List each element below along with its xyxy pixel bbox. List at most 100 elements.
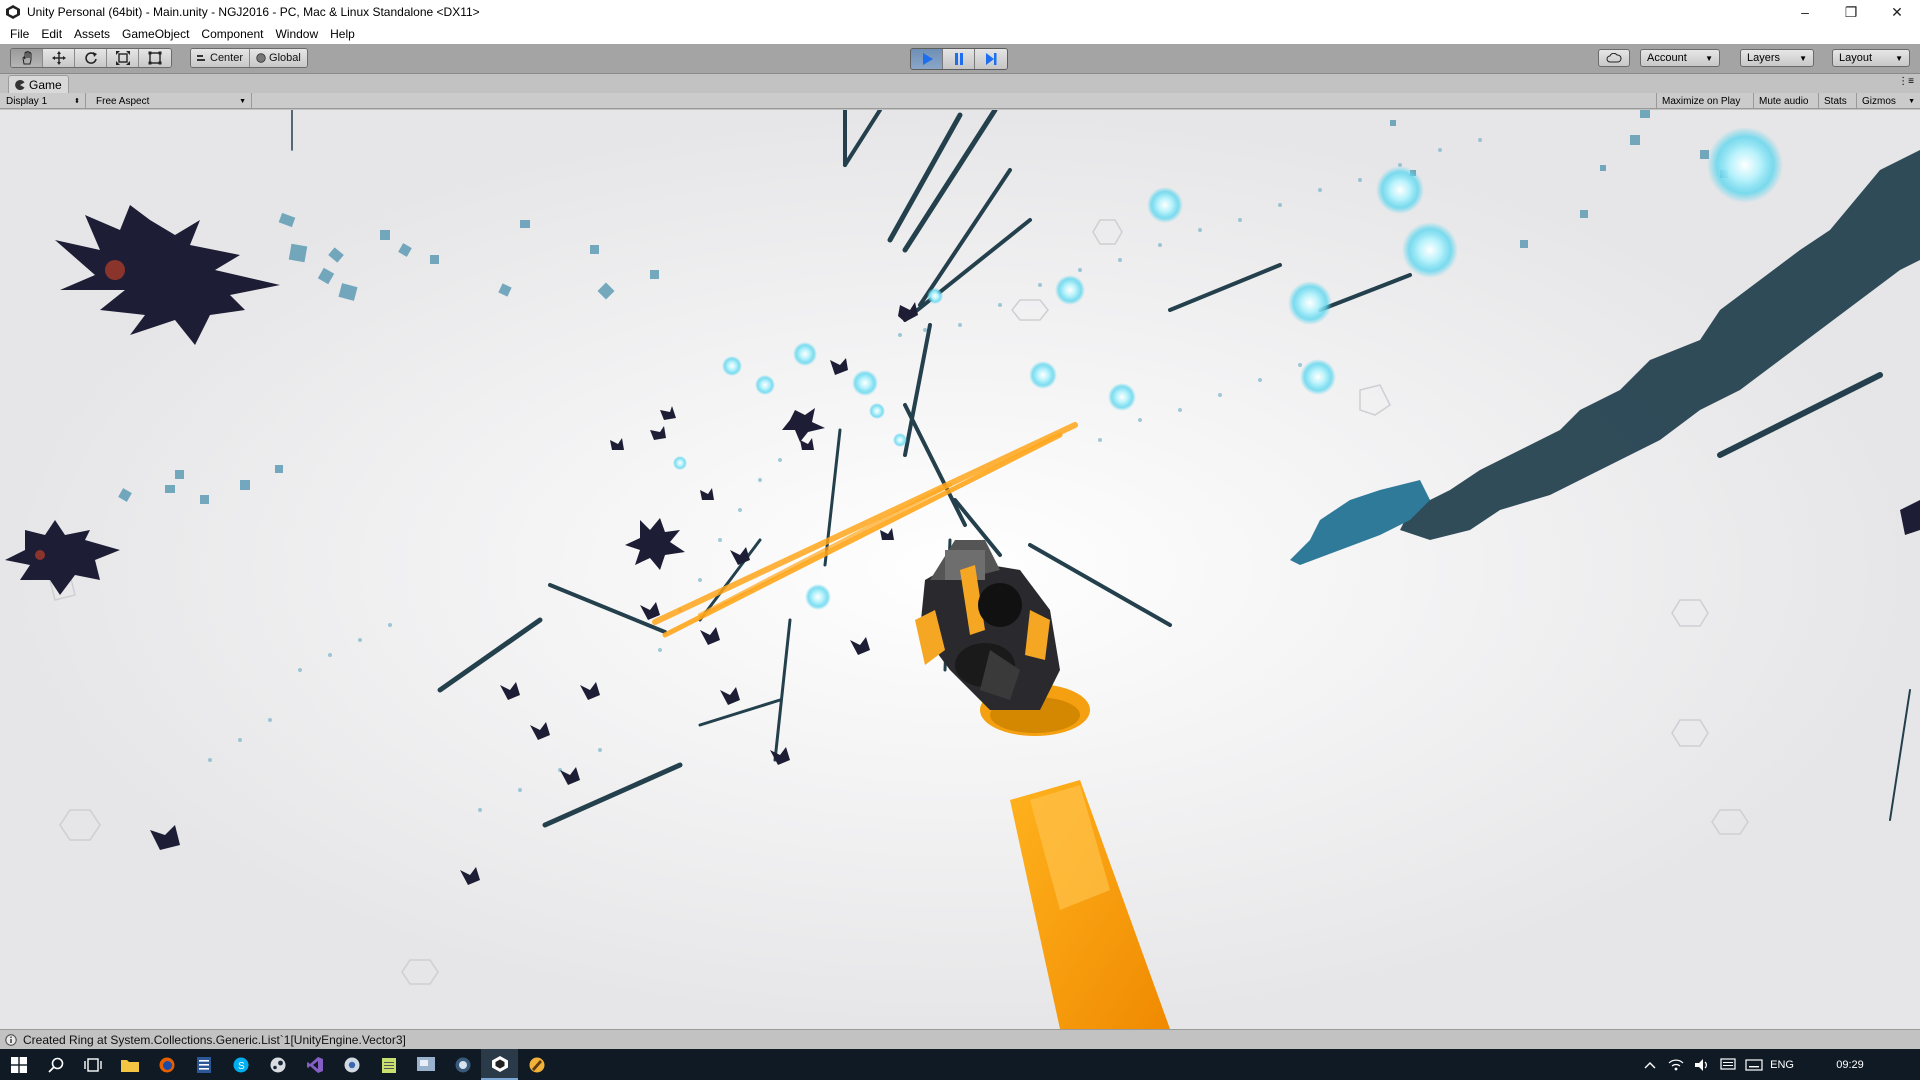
caret-down-icon: ▼ [1908, 97, 1915, 105]
game-scene-render [0, 110, 1920, 1029]
cloud-icon [1606, 53, 1622, 63]
display-dropdown[interactable]: Display 1 ⬍ [0, 93, 86, 109]
pause-button[interactable] [943, 49, 975, 69]
maximize-on-play-toggle[interactable]: Maximize on Play [1656, 93, 1745, 109]
game-pacman-icon [15, 79, 25, 90]
pivot-center-icon [197, 55, 205, 61]
windows-start-icon[interactable] [0, 1049, 37, 1080]
console-message: Created Ring at System.Collections.Gener… [23, 1032, 406, 1047]
steam-icon[interactable] [259, 1049, 296, 1080]
info-icon [5, 1033, 17, 1046]
calculator-icon[interactable] [185, 1049, 222, 1080]
scale-tool-button[interactable] [107, 49, 139, 67]
notification-icon[interactable] [1718, 1055, 1738, 1075]
file-explorer-icon[interactable] [111, 1049, 148, 1080]
collab-cloud-button[interactable] [1598, 49, 1630, 67]
caret-down-icon: ▼ [239, 97, 246, 105]
caret-down-icon: ▼ [1799, 53, 1807, 63]
maximize-label: Maximize on Play [1662, 95, 1741, 107]
menu-help[interactable]: Help [324, 27, 361, 41]
tab-game[interactable]: Game [8, 75, 69, 93]
transform-tools [10, 48, 172, 68]
menu-edit[interactable]: Edit [35, 27, 68, 41]
menu-bar: File Edit Assets GameObject Component Wi… [0, 24, 1920, 44]
hand-icon [21, 51, 31, 65]
step-icon [986, 53, 997, 65]
windows-taskbar: S ENG 09:29 [0, 1049, 1920, 1080]
hand-tool-button[interactable] [11, 49, 43, 67]
layout-dropdown[interactable]: Layout ▼ [1832, 49, 1910, 67]
paint-icon[interactable] [407, 1049, 444, 1080]
paint-net-icon[interactable] [518, 1049, 555, 1080]
layers-dropdown[interactable]: Layers ▼ [1740, 49, 1814, 67]
pivot-global-label: Global [269, 52, 301, 64]
game-viewport[interactable] [0, 110, 1920, 1029]
play-icon [922, 53, 933, 65]
chrome-icon[interactable] [333, 1049, 370, 1080]
pivot-toggles: Center Global [190, 48, 308, 68]
window-title: Unity Personal (64bit) - Main.unity - NG… [27, 5, 480, 19]
playback-controls [910, 48, 1008, 70]
search-icon[interactable] [37, 1049, 74, 1080]
main-toolbar: Center Global Account ▼ Layers ▼ Layout ▼ [0, 44, 1920, 74]
task-view-icon[interactable] [74, 1049, 111, 1080]
caret-down-icon: ▼ [1705, 53, 1713, 63]
game-view-toolbar: Display 1 ⬍ Free Aspect ▼ Maximize on Play… [0, 93, 1920, 109]
step-button[interactable] [975, 49, 1007, 69]
close-button[interactable]: ✕ [1874, 0, 1920, 24]
menu-assets[interactable]: Assets [68, 27, 116, 41]
play-button[interactable] [911, 49, 943, 69]
gizmos-label: Gizmos [1862, 95, 1896, 107]
account-label: Account [1647, 52, 1687, 64]
language-indicator[interactable]: ENG [1770, 1059, 1794, 1071]
display-label: Display 1 [6, 95, 48, 107]
chevron-up-icon[interactable] [1640, 1055, 1660, 1075]
pivot-global-button[interactable]: Global [250, 49, 307, 67]
move-tool-button[interactable] [43, 49, 75, 67]
rotate-icon [84, 52, 97, 64]
mute-label: Mute audio [1759, 95, 1809, 107]
layout-label: Layout [1839, 52, 1873, 64]
aspect-label: Free Aspect [96, 95, 150, 107]
console-status-bar[interactable]: Created Ring at System.Collections.Gener… [0, 1029, 1920, 1049]
pivot-center-button[interactable]: Center [191, 49, 251, 67]
stats-toggle[interactable]: Stats [1818, 93, 1852, 109]
gizmos-dropdown[interactable]: Gizmos ▼ [1856, 93, 1920, 109]
aspect-dropdown[interactable]: Free Aspect ▼ [90, 93, 252, 109]
skype-icon[interactable]: S [222, 1049, 259, 1080]
game-tab-bar: Game ⋮≡ [0, 75, 1920, 93]
window-title-bar: Unity Personal (64bit) - Main.unity - NG… [0, 0, 1920, 24]
caret-down-icon: ▼ [1895, 53, 1903, 63]
move-icon [51, 51, 66, 65]
menu-gameobject[interactable]: GameObject [116, 27, 195, 41]
visual-studio-icon[interactable] [296, 1049, 333, 1080]
svg-text:S: S [238, 1061, 245, 1072]
tab-game-label: Game [29, 77, 62, 92]
obs-icon[interactable] [444, 1049, 481, 1080]
unity-logo-icon [5, 4, 21, 20]
pause-icon [954, 53, 963, 65]
wifi-icon[interactable] [1666, 1055, 1686, 1075]
tab-menu-icon[interactable]: ⋮≡ [1898, 76, 1914, 87]
rotate-tool-button[interactable] [75, 49, 107, 67]
menu-component[interactable]: Component [195, 27, 269, 41]
scale-icon [115, 51, 130, 65]
mute-audio-toggle[interactable]: Mute audio [1753, 93, 1813, 109]
pivot-center-label: Center [210, 52, 244, 64]
menu-window[interactable]: Window [269, 27, 324, 41]
firefox-icon[interactable] [148, 1049, 185, 1080]
rect-tool-button[interactable] [139, 49, 171, 67]
keyboard-icon[interactable] [1744, 1055, 1764, 1075]
layers-label: Layers [1747, 52, 1781, 64]
unity-icon[interactable] [481, 1049, 518, 1080]
notepad-icon[interactable] [370, 1049, 407, 1080]
restore-button[interactable]: ❐ [1828, 0, 1874, 24]
menu-file[interactable]: File [4, 27, 35, 41]
clock[interactable]: 09:29 [1820, 1059, 1880, 1071]
system-tray: ENG 09:29 [1640, 1049, 1920, 1080]
account-dropdown[interactable]: Account ▼ [1640, 49, 1720, 67]
globe-icon [256, 53, 266, 63]
volume-icon[interactable] [1692, 1055, 1712, 1075]
minimize-button[interactable]: – [1782, 0, 1828, 24]
stats-label: Stats [1824, 95, 1847, 107]
